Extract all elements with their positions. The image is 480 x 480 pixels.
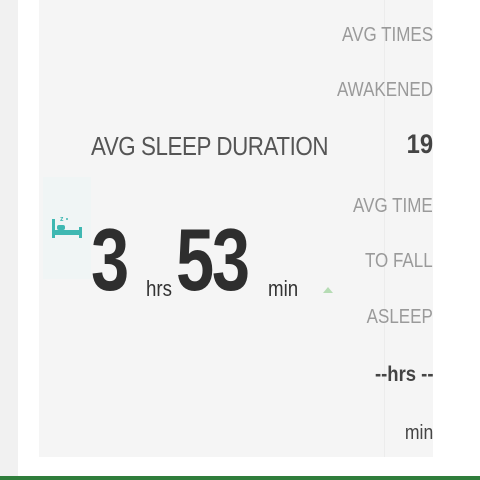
- svg-text:z: z: [60, 216, 64, 223]
- fall-asleep-label-line3: ASLEEP: [366, 306, 433, 328]
- sleep-hours-unit: hrs: [146, 276, 172, 301]
- trend-up-icon: [323, 287, 333, 293]
- fall-asleep-hours-value: --hrs --: [374, 363, 433, 386]
- times-awakened-label-line1: AVG TIMES: [341, 24, 433, 46]
- bed-icon-container: z: [43, 177, 91, 279]
- sleep-minutes-unit: min: [268, 276, 299, 301]
- times-awakened-value: 19: [406, 129, 433, 159]
- sleep-minutes-value: 53: [176, 210, 250, 309]
- left-panel-edge: [0, 0, 18, 480]
- times-awakened-label-line2: AWAKENED: [336, 79, 433, 101]
- card-divider: [384, 0, 385, 457]
- sleep-hours-value: 3: [91, 210, 129, 309]
- sleep-duration-title: AVG SLEEP DURATION: [91, 131, 329, 161]
- bed-icon: z: [52, 216, 82, 238]
- bottom-accent-bar: [0, 476, 480, 480]
- fall-asleep-minutes-unit: min: [404, 422, 433, 444]
- fall-asleep-label-line1: AVG TIME: [353, 195, 433, 217]
- fall-asleep-label-line2: TO FALL: [365, 250, 433, 272]
